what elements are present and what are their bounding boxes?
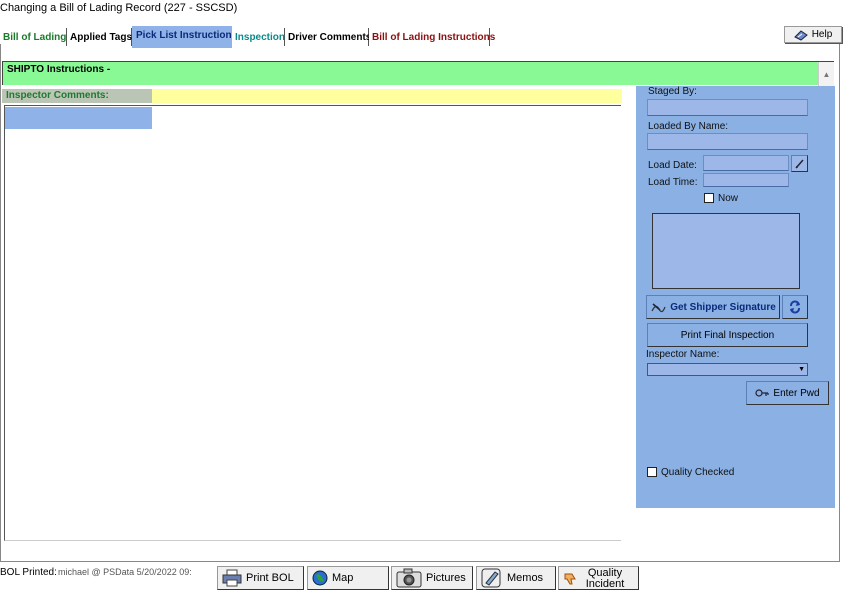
chevron-up-icon: ▲ <box>822 69 831 79</box>
pictures-button[interactable]: Pictures <box>391 566 473 590</box>
get-shipper-signature-label: Get Shipper Signature <box>670 301 776 313</box>
refresh-signature-button[interactable] <box>782 295 808 319</box>
memo-icon <box>481 568 503 588</box>
shipto-instructions[interactable]: SHIPTO Instructions - ▲ <box>2 61 834 86</box>
load-date-field[interactable] <box>703 155 789 171</box>
load-date-label: Load Date: <box>648 160 697 171</box>
map-button[interactable]: Map <box>307 566 389 590</box>
bol-printed-value: michael @ PSData 5/20/2022 09: <box>58 567 192 577</box>
refresh-icon <box>788 300 802 314</box>
tab-label: Inspection <box>235 31 286 43</box>
memos-button[interactable]: Memos <box>476 566 556 590</box>
staged-by-label: Staged By: <box>648 86 697 97</box>
enter-pwd-label: Enter Pwd <box>773 387 820 399</box>
loaded-by-label: Loaded By Name: <box>648 121 729 132</box>
quality-incident-button[interactable]: Quality Incident <box>558 566 639 590</box>
staged-by-field[interactable] <box>647 99 808 116</box>
inspector-comments-textarea[interactable] <box>4 105 621 541</box>
help-label: Help <box>811 29 833 40</box>
pen-icon <box>794 158 806 170</box>
pictures-label: Pictures <box>426 572 466 584</box>
load-time-field[interactable] <box>703 173 789 187</box>
quality-checked-label: Quality Checked <box>661 467 735 478</box>
print-bol-label: Print BOL <box>246 572 294 584</box>
text-selection-highlight <box>5 107 152 129</box>
memos-label: Memos <box>507 572 544 584</box>
help-button[interactable]: Help <box>784 26 842 43</box>
now-label: Now <box>718 193 739 204</box>
now-checkbox[interactable] <box>704 193 714 203</box>
tab-label: Driver Comments <box>288 31 372 43</box>
loaded-by-field[interactable] <box>647 133 808 150</box>
inspector-name-select[interactable]: ▼ <box>647 363 808 376</box>
print-final-inspection-button[interactable]: Print Final Inspection <box>647 323 808 347</box>
inspector-comments-label: Inspector Comments: <box>6 90 109 101</box>
printer-icon <box>222 569 242 587</box>
tab-label: Bill of Lading <box>3 31 67 43</box>
shipto-label: SHIPTO Instructions - <box>7 64 111 75</box>
thumbs-down-icon <box>563 572 577 586</box>
date-picker-button[interactable] <box>791 155 808 172</box>
chevron-down-icon: ▼ <box>798 366 805 373</box>
quality-checked-checkbox[interactable] <box>647 467 657 477</box>
enter-pwd-button[interactable]: Enter Pwd <box>746 381 829 405</box>
help-book-icon <box>793 29 808 41</box>
window-title: Changing a Bill of Lading Record (227 - … <box>0 2 238 14</box>
signature-box[interactable] <box>652 213 800 289</box>
camera-icon <box>396 568 422 588</box>
globe-icon <box>312 570 328 586</box>
inspector-name-label: Inspector Name: <box>646 349 720 360</box>
print-bol-button[interactable]: Print BOL <box>217 566 304 590</box>
tab-label: Applied Tags <box>70 31 133 43</box>
tab-label: Pick List Instructions <box>136 29 238 41</box>
get-shipper-signature-button[interactable]: Get Shipper Signature <box>646 295 780 319</box>
map-label: Map <box>332 572 354 584</box>
print-final-inspection-label: Print Final Inspection <box>680 329 775 341</box>
shipto-scrollbar[interactable]: ▲ <box>818 62 834 86</box>
load-time-label: Load Time: <box>648 177 698 188</box>
signature-pen-icon <box>650 301 666 313</box>
key-icon <box>755 387 770 399</box>
tab-label: Bill of Lading Instructions <box>372 31 496 43</box>
bol-printed-label: BOL Printed: <box>0 567 57 578</box>
quality-incident-label: Quality Incident <box>585 567 625 590</box>
